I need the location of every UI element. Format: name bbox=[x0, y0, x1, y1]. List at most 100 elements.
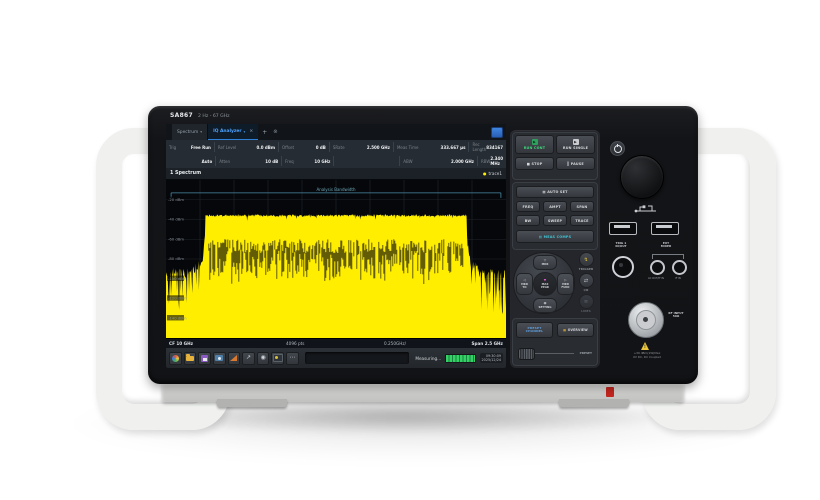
ext-mixer-label: EXT MIXER bbox=[648, 242, 684, 249]
display-layout-icon[interactable] bbox=[491, 127, 503, 138]
usb-port-2 bbox=[651, 222, 679, 235]
scene: SA867 2 Hz - 67 GHz Spectrum ▾ IQ Analyz… bbox=[0, 0, 820, 500]
folder-icon[interactable] bbox=[184, 352, 197, 365]
trig-bnc-connector bbox=[612, 256, 634, 278]
trigger-button[interactable]: ↯ bbox=[579, 252, 594, 267]
lo-out-if-in-connector bbox=[650, 260, 665, 275]
preset-group: PRESET CHANNEL ▦ OVERVIEW PRESET bbox=[512, 318, 598, 366]
trig-label: Trig bbox=[169, 145, 176, 150]
add-tab-button[interactable]: + bbox=[258, 124, 271, 140]
settings-readout-bar: Trig Free Run Ref Level 0.0 dBm Offset 0 dB… bbox=[166, 140, 506, 169]
window-title: 1 Spectrum bbox=[170, 171, 201, 176]
sweep-button[interactable]: SWEEP bbox=[543, 215, 567, 226]
gear-icon[interactable]: ◉ bbox=[257, 352, 270, 365]
apps-launcher-icon[interactable] bbox=[169, 352, 182, 365]
trigger-bolt-icon: ↯ bbox=[584, 257, 588, 263]
span-button[interactable]: SPAN bbox=[570, 201, 594, 212]
power-button[interactable] bbox=[610, 141, 625, 156]
svg-text:-80 dBm: -80 dBm bbox=[168, 256, 184, 261]
mkr-to-button[interactable]: ◁ MKR TO bbox=[516, 273, 533, 295]
meas-comps-button[interactable]: ▤ MEAS COMPS bbox=[516, 230, 594, 243]
atten-value: 10 dB bbox=[265, 159, 278, 164]
tab-spectrum[interactable]: Spectrum ▾ bbox=[172, 124, 208, 140]
io-arrows-icon: ⇄ bbox=[584, 278, 588, 284]
message-readout bbox=[305, 352, 410, 364]
trace-button[interactable]: TRACE bbox=[570, 215, 594, 226]
preset-slider-label: PRESET bbox=[580, 351, 592, 355]
io-button[interactable]: ⇄ bbox=[579, 273, 594, 288]
max-peak-button[interactable]: ▼ MAX PEAK bbox=[533, 272, 557, 296]
record-icon[interactable] bbox=[271, 352, 284, 365]
run-single-button[interactable]: ▶ RUN SINGLE bbox=[556, 135, 595, 154]
ref-level-value: 0.0 dBm bbox=[256, 145, 275, 150]
svg-text:-140 dBm: -140 dBm bbox=[168, 315, 187, 320]
clock: 09:30:09 2025/12/24 bbox=[480, 353, 504, 363]
atten-label: Atten bbox=[219, 159, 230, 164]
lines-button[interactable]: ≣ bbox=[579, 294, 594, 309]
instrument-front-panel: SA867 2 Hz - 67 GHz Spectrum ▾ IQ Analyz… bbox=[148, 106, 698, 384]
chevron-down-icon[interactable]: ▾ bbox=[244, 130, 246, 134]
trace-legend-label: trace1 bbox=[489, 171, 502, 176]
bw-button[interactable]: BW bbox=[516, 215, 540, 226]
front-key-panel: ▶ RUN CONT ▶ RUN SINGLE ■ STOP ‖ PAUSE bbox=[510, 130, 600, 368]
connector-panel: TRIG 1 IN/OUT EXT MIXER LO OUT/IF IN IF … bbox=[604, 130, 690, 382]
span-readout: Span 2.5 GHz bbox=[471, 341, 503, 346]
offset-value: 0 dB bbox=[316, 145, 326, 150]
auto-set-button[interactable]: ▦ AUTO SET bbox=[516, 186, 594, 198]
preset-channel-button[interactable]: PRESET CHANNEL bbox=[516, 322, 553, 338]
save-icon[interactable] bbox=[198, 352, 211, 365]
export-icon[interactable]: ↗ bbox=[242, 352, 255, 365]
ref-level-label: Ref Level bbox=[218, 145, 236, 150]
taskbar: ↗ ◉ ⋯ Measuring... 09:30:09 2025/12/24 bbox=[166, 348, 506, 368]
freq-value: 10 GHz bbox=[314, 159, 330, 164]
rotary-knob[interactable] bbox=[620, 155, 664, 199]
usb-port-1 bbox=[609, 222, 637, 235]
close-all-tabs-icon[interactable]: ⊗ bbox=[271, 124, 279, 140]
usb-icon bbox=[634, 204, 658, 213]
if-in-connector bbox=[672, 260, 687, 275]
trig-in-out-label: TRIG 1 IN/OUT bbox=[606, 242, 636, 249]
freq-button[interactable]: FREQ bbox=[516, 201, 540, 212]
ampt-button[interactable]: AMPT bbox=[543, 201, 567, 212]
rec-length-label: Rec Length bbox=[472, 142, 486, 152]
pause-button[interactable]: ‖ PAUSE bbox=[556, 157, 595, 170]
spectrum-trace-svg: Analysis Bandwidth-20 dBm-40 dBm-60 dBm-… bbox=[166, 180, 506, 338]
close-tab-icon[interactable]: × bbox=[249, 129, 253, 134]
lines-icon: ≣ bbox=[584, 299, 588, 305]
points-readout: 4096 pts bbox=[286, 341, 304, 346]
overview-button[interactable]: ▦ OVERVIEW bbox=[557, 323, 594, 337]
svg-text:-100 dBm: -100 dBm bbox=[168, 276, 187, 281]
spectrum-window-header: 1 Spectrum ● trace1 bbox=[166, 168, 506, 180]
more-icon[interactable]: ⋯ bbox=[286, 352, 299, 365]
spectrum-plot[interactable]: Analysis Bandwidth-20 dBm-40 dBm-60 dBm-… bbox=[166, 180, 506, 338]
mkr-button[interactable]: ▽ MKR bbox=[533, 255, 557, 270]
chevron-down-icon[interactable]: ▾ bbox=[200, 130, 202, 134]
slider-knob[interactable] bbox=[518, 348, 535, 360]
freq-label: Freq bbox=[285, 159, 294, 164]
mkr-func-button[interactable]: ▷ MKR FUNC bbox=[557, 273, 574, 295]
foot-left bbox=[217, 399, 287, 407]
stop-button[interactable]: ■ STOP bbox=[515, 157, 554, 170]
screenshot-icon[interactable] bbox=[213, 352, 226, 365]
per-division-readout: 0.250GHz/ bbox=[384, 341, 406, 346]
if-in-label: IF IN bbox=[668, 277, 688, 280]
auto-set-icon: ▦ bbox=[542, 190, 545, 194]
single-play-icon: ▶ bbox=[573, 139, 579, 145]
rf-input-label: RF INPUT 50Ω bbox=[662, 312, 690, 319]
power-icon bbox=[614, 145, 622, 153]
tab-bar: Spectrum ▾ IQ Analyzer ▾ × + ⊗ bbox=[166, 124, 506, 140]
rbw-label: RBW bbox=[481, 159, 490, 164]
preset-slider[interactable]: PRESET bbox=[518, 348, 592, 358]
chassis-base bbox=[162, 382, 684, 402]
print-icon[interactable] bbox=[228, 352, 241, 365]
offset-label: Offset bbox=[282, 145, 294, 150]
center-frequency-readout: CF 10 GHz bbox=[169, 341, 193, 346]
svg-text:-40 dBm: -40 dBm bbox=[168, 217, 184, 222]
trig-value: Free Run bbox=[191, 145, 211, 150]
trace-color-dot-icon: ● bbox=[483, 171, 487, 176]
run-cont-button[interactable]: ▶ RUN CONT bbox=[515, 135, 554, 154]
function-key-group: ▦ AUTO SET FREQ AMPT SPAN BW SWEEP TRACE… bbox=[512, 182, 598, 250]
setting-button[interactable]: ◉ SETTING bbox=[533, 298, 557, 313]
measure-progress-bar bbox=[445, 354, 475, 363]
tab-iq-analyzer[interactable]: IQ Analyzer ▾ × bbox=[208, 124, 258, 140]
